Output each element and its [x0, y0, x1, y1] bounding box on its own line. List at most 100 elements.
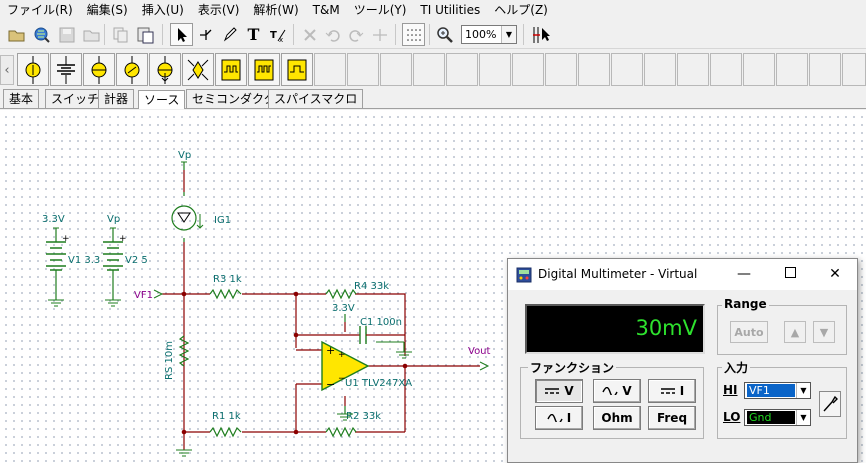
grid-icon[interactable]	[402, 23, 425, 46]
vout-label: Vout	[468, 346, 491, 357]
dc-current-button[interactable]: I	[648, 379, 696, 403]
chevron-left-icon[interactable]: ‹	[0, 55, 14, 85]
ohm-button[interactable]: Ohm	[593, 406, 641, 430]
tab-spice-macros[interactable]: スパイスマクロ	[268, 89, 364, 108]
range-label: Range	[722, 297, 769, 311]
r2-label: R2 33k	[346, 411, 381, 422]
battery-v2[interactable]	[103, 241, 123, 271]
text-tool-icon[interactable]: T	[242, 23, 265, 46]
display-reading: 30mV	[635, 316, 697, 340]
svg-text:+: +	[119, 234, 127, 244]
freq-button[interactable]: Freq	[648, 406, 696, 430]
lo-label: LO	[723, 410, 741, 424]
ac-wave-icon	[547, 414, 563, 422]
r3-label: R3 1k	[213, 274, 242, 285]
clock-source-icon[interactable]	[248, 53, 280, 86]
multimeter-window: Digital Multimeter - Virtual — ✕ 30mV Ra…	[507, 258, 858, 463]
menu-ti-utilities[interactable]: TI Utilities	[413, 0, 487, 20]
current-source-ig1[interactable]	[171, 205, 204, 231]
auto-range-button[interactable]: Auto	[730, 321, 768, 343]
palette-slot	[743, 53, 775, 86]
zoom-select[interactable]: 100% ▼	[461, 25, 517, 44]
range-down-button[interactable]: ▼	[813, 321, 835, 343]
current-source-icon[interactable]	[149, 53, 181, 86]
palette-slot	[347, 53, 379, 86]
minimize-icon[interactable]: —	[734, 265, 754, 283]
input-label: 入力	[722, 359, 751, 376]
ac-volt-button[interactable]: V	[593, 379, 641, 403]
paste-icon[interactable]	[134, 23, 157, 46]
menu-edit[interactable]: 編集(S)	[80, 0, 135, 20]
close-icon[interactable]: ✕	[825, 265, 845, 283]
lo-input-select[interactable]: Gnd ▼	[744, 409, 811, 426]
menu-analysis[interactable]: 解析(W)	[246, 0, 305, 20]
multimeter-app-icon	[516, 267, 532, 286]
chevron-down-icon[interactable]: ▼	[501, 26, 516, 43]
text-edit-icon[interactable]: Tx	[266, 23, 289, 46]
palette-slot	[446, 53, 478, 86]
u1-label: U1 TLV247XA	[345, 378, 412, 389]
menu-tools[interactable]: ツール(Y)	[347, 0, 414, 20]
zoom-value: 100%	[465, 28, 497, 41]
digital-source-icon[interactable]	[281, 53, 313, 86]
dc-icon	[545, 388, 560, 394]
menu-file[interactable]: ファイル(R)	[0, 0, 80, 20]
tab-switch[interactable]: スイッチ	[45, 89, 106, 108]
tab-sources[interactable]: ソース	[138, 90, 186, 109]
resistor-r4[interactable]	[325, 288, 357, 300]
palette-slot	[842, 53, 866, 86]
palette-slot	[545, 53, 577, 86]
copy-icon[interactable]	[109, 23, 132, 46]
resistor-r3[interactable]	[209, 288, 242, 300]
chevron-down-icon[interactable]: ▼	[796, 383, 810, 398]
pulse-generator-icon[interactable]	[215, 53, 247, 86]
resistor-r2[interactable]	[325, 426, 357, 438]
component-palette: ‹	[0, 51, 866, 89]
c1-label: C1 100n	[360, 317, 402, 328]
junction-icon[interactable]	[368, 23, 391, 46]
battery-v1[interactable]	[46, 241, 66, 271]
capacitor-c1[interactable]	[359, 326, 376, 344]
save-icon[interactable]	[55, 23, 78, 46]
svg-text:T: T	[270, 30, 277, 41]
vf1-label: VF1	[134, 290, 153, 301]
ac-source-icon[interactable]	[83, 53, 115, 86]
palette-slot	[809, 53, 841, 86]
open-folder-disabled-icon[interactable]	[80, 23, 103, 46]
function-source-icon[interactable]	[116, 53, 148, 86]
pencil-icon[interactable]	[218, 23, 241, 46]
probe-cursor-icon[interactable]	[529, 23, 552, 46]
undo-icon[interactable]	[321, 23, 344, 46]
tab-meters[interactable]: 計器	[98, 89, 135, 108]
voltage-source-icon[interactable]	[17, 53, 49, 86]
probe-pick-button[interactable]	[819, 391, 841, 417]
battery-icon[interactable]	[50, 53, 82, 86]
zoom-icon[interactable]	[433, 23, 456, 46]
menu-view[interactable]: 表示(V)	[191, 0, 247, 20]
svg-text:x: x	[279, 36, 283, 43]
controlled-source-icon[interactable]	[182, 53, 214, 86]
redo-icon[interactable]	[344, 23, 367, 46]
svg-text:+: +	[62, 234, 70, 244]
hi-input-select[interactable]: VF1 ▼	[744, 382, 811, 399]
delete-icon[interactable]	[298, 23, 321, 46]
palette-slot	[710, 53, 742, 86]
resistor-r1[interactable]	[209, 426, 242, 438]
palette-slot	[380, 53, 412, 86]
menu-insert[interactable]: 挿入(U)	[135, 0, 191, 20]
tab-basic[interactable]: 基本	[3, 89, 40, 108]
range-up-button[interactable]: ▲	[784, 321, 806, 343]
wire-tool-icon[interactable]	[194, 23, 217, 46]
maximize-icon[interactable]	[780, 265, 800, 283]
dc-volt-button[interactable]: V	[535, 379, 583, 403]
menu-tm[interactable]: T&M	[306, 0, 347, 20]
palette-slot	[578, 53, 610, 86]
chevron-down-icon[interactable]: ▼	[796, 410, 810, 425]
select-arrow-icon[interactable]	[170, 23, 193, 46]
open-icon[interactable]	[5, 23, 28, 46]
web-search-icon[interactable]	[30, 23, 53, 46]
v2-label: V2 5	[125, 255, 148, 266]
menu-help[interactable]: ヘルプ(Z)	[487, 0, 555, 20]
multimeter-titlebar[interactable]: Digital Multimeter - Virtual — ✕	[508, 259, 857, 290]
ac-current-button[interactable]: I	[535, 406, 583, 430]
